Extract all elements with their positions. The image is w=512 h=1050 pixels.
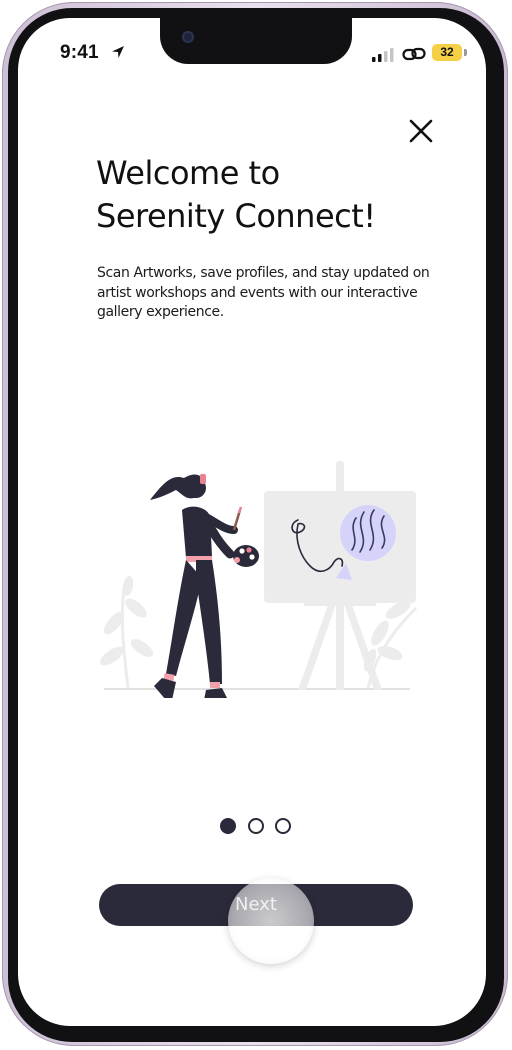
page-dot-1[interactable] [220, 818, 236, 834]
next-button[interactable]: Next [99, 884, 413, 926]
page-title: Welcome to Serenity Connect! [96, 152, 416, 238]
signal-icon [372, 48, 394, 62]
battery-icon: 32 [432, 44, 462, 61]
next-button-label: Next [235, 894, 277, 915]
artist-painting-illustration [100, 461, 418, 698]
link-icon [402, 47, 426, 61]
description-text: Scan Artworks, save profiles, and stay u… [97, 265, 430, 320]
title-line-1: Welcome to [96, 154, 280, 192]
status-time: 9:41 [60, 42, 99, 63]
battery-cap [464, 49, 467, 56]
onboarding-screen: 9:41 32 Welcome to Serenity Connect! Sca… [18, 18, 486, 1026]
notch [160, 18, 352, 64]
page-dot-2[interactable] [248, 818, 264, 834]
title-line-2: Serenity Connect! [96, 197, 376, 235]
page-indicator [18, 818, 486, 838]
location-arrow-icon [112, 46, 124, 58]
page-dot-3[interactable] [275, 818, 291, 834]
close-icon[interactable] [406, 116, 436, 146]
front-camera [182, 31, 194, 43]
